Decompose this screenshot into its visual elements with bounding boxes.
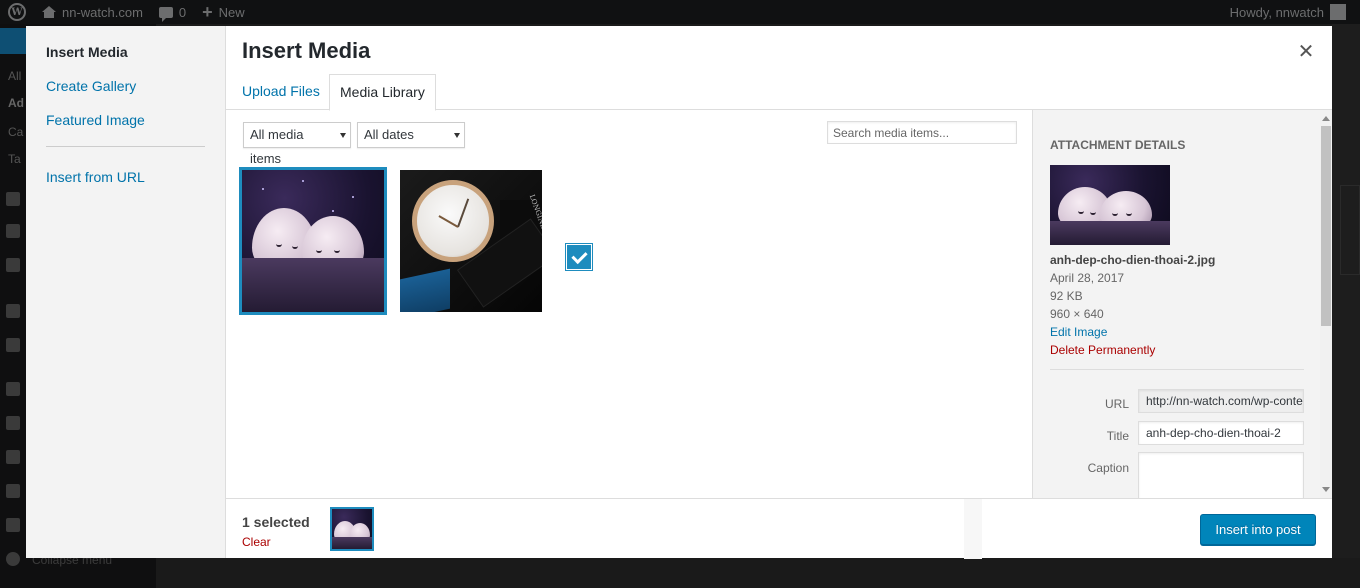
account-menu[interactable]: Howdy, nnwatch [1230,4,1360,20]
menu-item-insert-from-url[interactable]: Insert from URL [26,167,225,201]
caption-label: Caption [1087,461,1129,475]
details-divider [1050,369,1304,370]
attachment-thumbnail-selected[interactable] [239,167,387,315]
collapse-icon[interactable] [6,552,20,566]
search-input[interactable] [827,121,1017,144]
pin-icon[interactable] [0,28,26,54]
chevron-down-icon [454,133,460,138]
selection-count: 1 selected [242,514,310,530]
selection-thumbnail[interactable] [330,507,374,551]
new-label: New [218,4,245,20]
menu-divider [46,146,205,147]
attachment-date: April 28, 2017 [1050,271,1125,285]
chevron-down-icon [340,133,346,138]
attachment-details-sidebar: Attachment Details anh-dep-cho-dien-thoa… [1032,110,1332,498]
insert-into-post-button[interactable]: Insert into post [1200,514,1316,545]
woocommerce-icon[interactable] [6,304,20,318]
media-icon[interactable] [6,192,20,206]
delete-permanently-link[interactable]: Delete Permanently [1050,343,1155,357]
avatar [1330,4,1346,20]
date-filter[interactable]: All dates [357,122,465,148]
eggs-image [242,170,384,312]
edit-image-link[interactable]: Edit Image [1050,325,1107,339]
attachment-preview [1050,165,1170,245]
site-name-link[interactable]: nn-watch.com [34,0,151,24]
media-router: Upload Files Media Library [226,74,1332,111]
attachment-dimensions: 960 × 640 [1050,307,1104,321]
page-background [1332,24,1360,588]
attachment-thumbnail[interactable]: LONGINES [400,170,542,312]
admin-menu-fragment: Ta [8,152,21,166]
scrollbar-thumb[interactable] [1321,126,1331,326]
date-filter-value: All dates [364,127,414,142]
comments-icon[interactable] [6,258,20,272]
media-toolbar: 1 selected Clear Insert into post [226,498,1332,559]
pages-icon[interactable] [6,224,20,238]
plugins-icon[interactable] [6,416,20,430]
page-background-footer [156,558,1360,588]
menu-item-create-gallery[interactable]: Create Gallery [26,76,225,110]
users-icon[interactable] [6,450,20,464]
media-modal: Insert Media Create Gallery Featured Ima… [26,26,1332,559]
comments-link[interactable]: 0 [151,0,194,24]
comment-icon [158,6,173,22]
media-type-filter[interactable]: All media items [243,122,351,166]
media-menu: Insert Media Create Gallery Featured Ima… [26,26,226,558]
menu-item-insert-media[interactable]: Insert Media [26,42,225,76]
attachments-browser: All media items All dates Search media i… [226,110,1032,498]
admin-menu-fragment: All [8,69,22,83]
appearance-icon[interactable] [6,382,20,396]
admin-menu-fragment: Ca [8,125,24,139]
admin-menu-icons: All Ad Ca Ta [0,24,26,588]
tab-media-library[interactable]: Media Library [329,74,436,111]
url-field[interactable]: http://nn-watch.com/wp-content/uploads/2… [1138,389,1304,413]
media-type-filter-value: All media items [250,127,304,166]
site-name-label: nn-watch.com [62,4,143,20]
new-content-link[interactable]: + New [194,0,253,24]
clear-selection-link[interactable]: Clear [242,535,271,549]
tab-upload-files[interactable]: Upload Files [232,74,330,110]
plus-icon: + [202,2,213,22]
title-label: Title [1106,429,1129,443]
close-icon[interactable]: ✕ [1294,40,1318,64]
scroll-down-icon[interactable] [1322,487,1330,492]
selected-check-icon[interactable] [566,244,592,270]
home-icon [42,6,56,18]
sidebar-scrollbar[interactable] [1320,110,1332,498]
attachment-size: 92 KB [1050,289,1083,303]
products-icon[interactable] [6,338,20,352]
comments-count: 0 [178,4,187,20]
title-field[interactable]: anh-dep-cho-dien-thoai-2 [1138,421,1304,445]
tools-icon[interactable] [6,484,20,498]
watch-image: LONGINES [400,170,542,312]
attachment-details-heading: Attachment Details [1050,138,1186,152]
wordpress-icon: W [8,3,26,21]
attachment-filename: anh-dep-cho-dien-thoai-2.jpg [1050,253,1216,267]
greeting: Howdy, nnwatch [1229,4,1324,20]
frame-title: Insert Media [242,38,371,63]
page-background-panel [1340,185,1360,275]
menu-item-featured-image[interactable]: Featured Image [26,110,225,144]
admin-bar: W nn-watch.com 0 + New Howdy, nnwatch [0,0,1360,24]
url-label: URL [1104,397,1129,411]
caption-field[interactable] [1138,452,1304,498]
toolbar-spacer [964,499,982,559]
admin-menu-fragment: Ad [8,96,24,110]
wordpress-logo-button[interactable]: W [0,0,34,24]
settings-icon[interactable] [6,518,20,532]
scroll-up-icon[interactable] [1322,116,1330,121]
